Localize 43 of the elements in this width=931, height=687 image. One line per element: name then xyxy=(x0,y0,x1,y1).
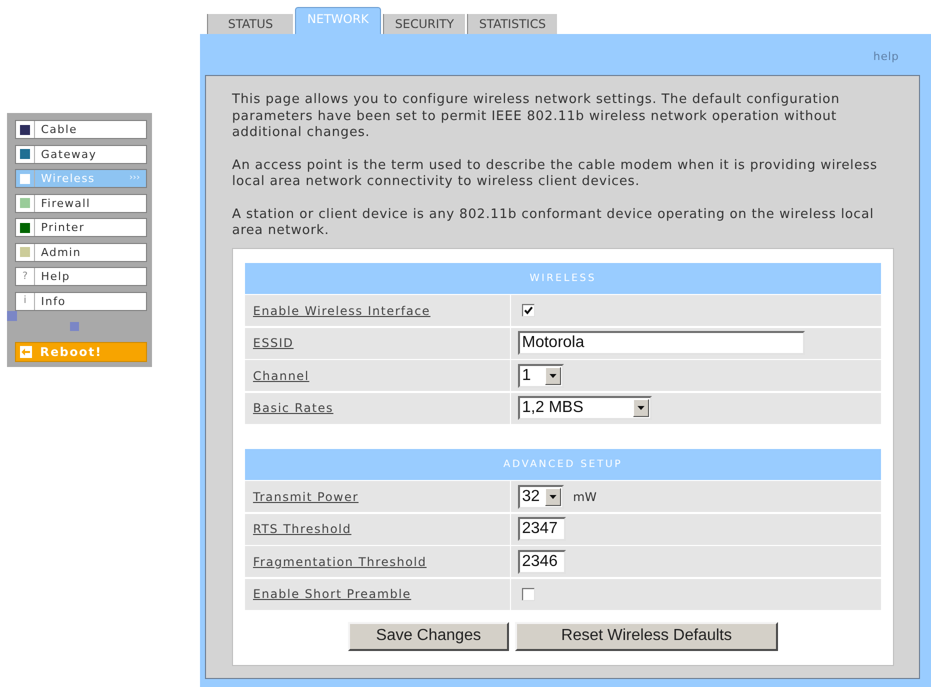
tab[interactable]: SECURITY xyxy=(383,14,465,34)
sidebar-item[interactable]: Admin xyxy=(15,242,147,262)
section-header: WIRELESS xyxy=(245,262,881,294)
dropdown-arrow-icon xyxy=(545,366,561,384)
setting-link[interactable]: Enable Short Preamble xyxy=(253,585,412,603)
intro-paragraph: A station or client device is any 802.11b conformant device operating on the wireless local area network. xyxy=(232,206,875,240)
checkbox[interactable] xyxy=(522,588,535,600)
setting-link[interactable]: Basic Rates xyxy=(253,399,334,417)
menu-glyph: ? xyxy=(22,270,28,282)
setting-link[interactable]: Fragmentation Threshold xyxy=(253,552,427,570)
form-button[interactable]: Reset Wireless Defaults xyxy=(515,622,778,650)
dropdown[interactable]: 32 xyxy=(518,484,564,508)
setting-link[interactable]: RTS Threshold xyxy=(253,520,352,538)
unit-label: mW xyxy=(573,488,597,506)
setting-link[interactable]: Channel xyxy=(253,366,310,384)
setting-link[interactable]: Enable Wireless Interface xyxy=(253,302,430,320)
setting-link[interactable]: ESSID xyxy=(253,334,294,352)
dropdown[interactable]: 1,2 MBS xyxy=(518,396,652,420)
sidebar-item[interactable]: Printer xyxy=(15,218,147,237)
sidebar-item[interactable]: ? Help xyxy=(15,267,147,286)
number-field[interactable]: 2346 xyxy=(518,550,566,574)
sidebar-item[interactable]: Gateway xyxy=(15,144,147,164)
number-field[interactable]: 2347 xyxy=(518,517,566,541)
chevron-marks: ››› xyxy=(129,173,141,184)
sidebar-item[interactable]: Firewall xyxy=(15,194,147,212)
text-field[interactable]: Motorola xyxy=(518,331,805,355)
pixel-square-icon xyxy=(7,310,17,320)
intro-paragraph: An access point is the term used to describe the cable modem when it is providing wireless local area network connectivity to wireless client devices. xyxy=(232,158,878,190)
menu-glyph: i xyxy=(24,295,26,307)
dropdown-arrow-icon xyxy=(633,399,649,417)
tab[interactable]: STATISTICS xyxy=(467,14,557,34)
intro-paragraph: This page allows you to configure wireless network settings. The default configuration parameters have been set to permit IEEE 802.11b wireless network operation without additional changes. xyxy=(232,92,841,142)
section-header: ADVANCED SETUP xyxy=(245,448,881,480)
form-button[interactable]: Save Changes xyxy=(348,622,509,650)
tab[interactable]: STATUS xyxy=(207,14,293,34)
setting-link[interactable]: Transmit Power xyxy=(253,488,359,506)
pixel-square-icon xyxy=(70,322,79,330)
dropdown-arrow-icon xyxy=(545,488,561,506)
sidebar-item[interactable]: Cable xyxy=(15,120,147,139)
sidebar-item[interactable]: i Info xyxy=(15,292,147,310)
dropdown[interactable]: 1 xyxy=(518,364,564,388)
checkbox[interactable] xyxy=(522,304,535,317)
arrow-icon xyxy=(20,346,32,358)
